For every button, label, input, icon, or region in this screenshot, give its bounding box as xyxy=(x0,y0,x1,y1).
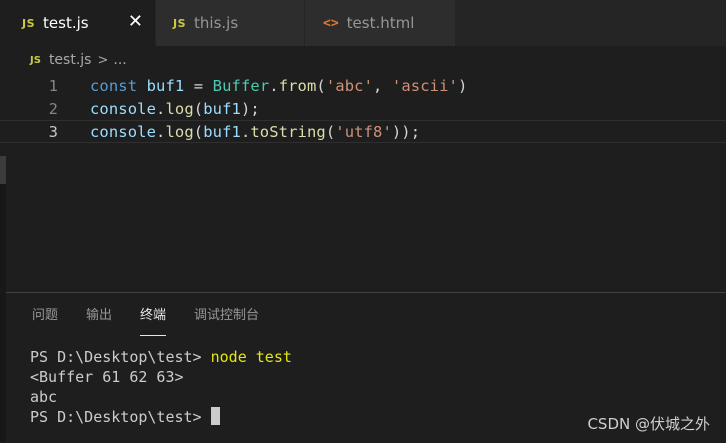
close-icon[interactable]: ✕ xyxy=(128,12,143,32)
terminal-prompt: PS D:\Desktop\test> xyxy=(30,408,211,426)
terminal-line: abc xyxy=(30,388,58,406)
tab-output[interactable]: 输出 xyxy=(86,307,112,331)
tab-this-js[interactable]: JS this.js xyxy=(156,0,304,46)
tab-test-html[interactable]: <> test.html xyxy=(305,0,455,46)
terminal-prompt: PS D:\Desktop\test> xyxy=(30,348,211,366)
js-file-icon: JS xyxy=(173,16,187,30)
panel-tabs: 问题 输出 终端 调试控制台 xyxy=(32,307,287,336)
breadcrumb-more[interactable]: ... xyxy=(113,52,126,68)
js-file-icon: JS xyxy=(30,54,41,66)
chevron-right-icon: > xyxy=(97,52,109,68)
js-file-icon: JS xyxy=(22,16,36,30)
terminal-command: node test xyxy=(210,348,292,366)
breadcrumb[interactable]: JS test.js > ... xyxy=(30,48,127,72)
code-line-current[interactable]: 3 console.log(buf1.toString('utf8')); xyxy=(0,120,726,143)
tab-problems[interactable]: 问题 xyxy=(32,307,58,331)
tab-debug-console[interactable]: 调试控制台 xyxy=(194,307,259,331)
terminal-output[interactable]: PS D:\Desktop\test> node test <Buffer 61… xyxy=(30,347,292,427)
tab-label: test.js xyxy=(43,14,89,32)
watermark: CSDN @伏城之外 xyxy=(587,415,710,433)
line-number: 2 xyxy=(48,99,58,118)
tab-label: this.js xyxy=(194,14,239,32)
terminal-cursor xyxy=(210,407,220,425)
code-line[interactable]: 1 const buf1 = Buffer.from('abc', 'ascii… xyxy=(0,74,726,97)
tab-terminal[interactable]: 终端 xyxy=(140,307,167,336)
tab-test-js[interactable]: JS test.js ✕ xyxy=(0,0,155,46)
tab-label: test.html xyxy=(346,14,415,32)
terminal-line[interactable]: PS D:\Desktop\test> xyxy=(30,407,292,427)
breadcrumb-file[interactable]: test.js xyxy=(49,52,92,68)
terminal-line: <Buffer 61 62 63> xyxy=(30,368,184,386)
line-number: 1 xyxy=(48,76,58,95)
line-number: 3 xyxy=(48,122,58,141)
html-file-icon: <> xyxy=(323,15,339,31)
terminal-line: PS D:\Desktop\test> node test xyxy=(30,347,292,367)
code-text: console.log(buf1.toString('utf8')); xyxy=(90,122,421,141)
code-line[interactable]: 2 console.log(buf1); xyxy=(0,97,726,120)
code-text: const buf1 = Buffer.from('abc', 'ascii') xyxy=(90,76,468,95)
scroll-marker xyxy=(0,156,6,184)
code-editor[interactable]: 1 const buf1 = Buffer.from('abc', 'ascii… xyxy=(0,74,726,290)
editor-tab-bar: JS test.js ✕ JS this.js <> test.html xyxy=(0,0,726,46)
code-text: console.log(buf1); xyxy=(90,99,260,118)
